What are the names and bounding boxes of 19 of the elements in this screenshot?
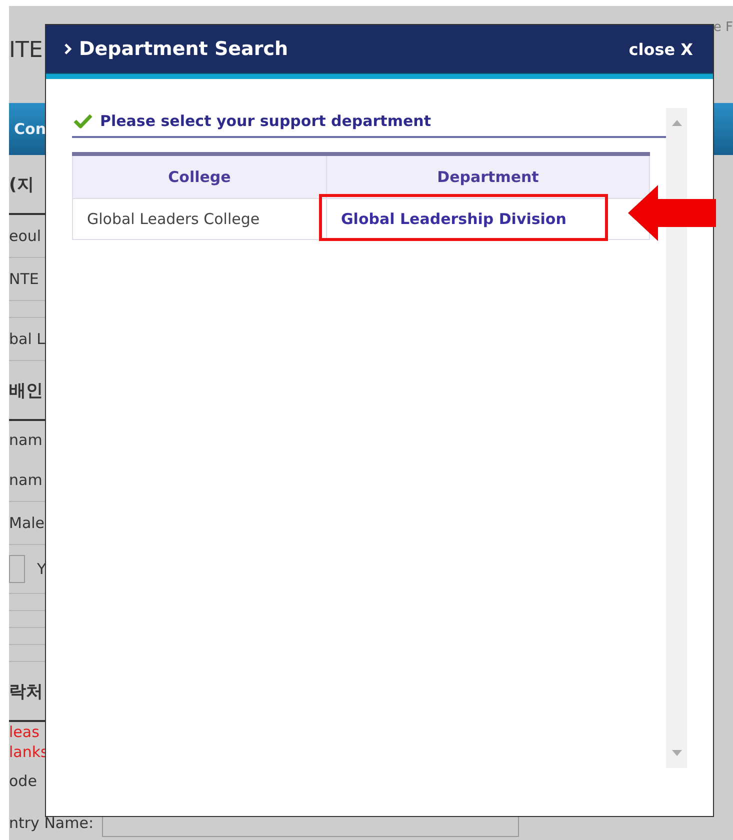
dialog-title: Department Search [79, 38, 288, 60]
section-heading: 락처 [9, 680, 43, 702]
instruction-text: Please select your support department [100, 112, 432, 130]
column-header: College [72, 154, 326, 198]
form-label: nam [9, 431, 42, 449]
form-label: nam [9, 471, 42, 489]
column-header: Department [326, 154, 650, 198]
form-label: bal L [9, 330, 46, 348]
form-label: ode [9, 772, 37, 790]
form-label: Male [9, 514, 45, 532]
form-label: ntry Name: [9, 814, 94, 832]
warning-text: leas [9, 723, 40, 741]
close-button[interactable]: close X [628, 40, 693, 58]
section-heading: 배인 [9, 380, 43, 402]
tab-label[interactable]: Con [14, 120, 46, 138]
page-header-text: ITE [9, 38, 43, 63]
form-label: eoul [9, 227, 42, 245]
form-label: NTE [9, 270, 39, 288]
section-heading: (지 [9, 174, 34, 196]
